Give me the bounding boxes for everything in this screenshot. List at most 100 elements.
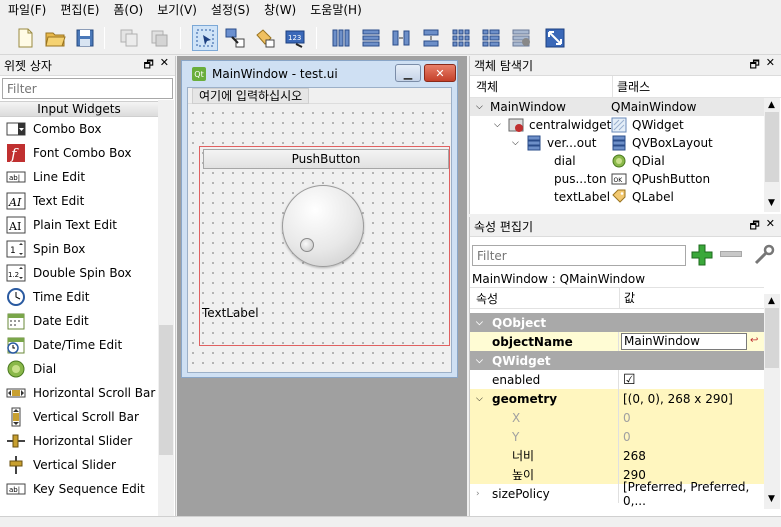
tree-row-vertical-layout[interactable]: ⌵ ver...out QVBoxLayout [470,134,764,152]
tree-row-pushbutton[interactable]: pus...ton OK QPushButton [470,170,764,188]
minimize-button[interactable]: ▁ [395,64,421,82]
widget-item-h-scroll-bar[interactable]: Horizontal Scroll Bar [0,381,158,405]
expand-arrow-icon[interactable]: ⌵ [512,138,526,148]
enabled-checkbox[interactable]: ☑ [623,372,636,388]
widget-item-spin-box[interactable]: 1 Spin Box [0,237,158,261]
open-file-button[interactable] [42,25,68,51]
close-button[interactable]: ✕ [424,64,456,82]
tree-row-dial[interactable]: dial QDial [470,152,764,170]
scroll-up-icon[interactable]: ▲ [768,100,775,110]
form-window[interactable]: Qt MainWindow - test.ui ▁ ✕ 여기에 입력하십시오 P… [181,60,458,378]
remove-property-button[interactable] [720,251,742,257]
save-file-button[interactable] [72,25,98,51]
expand-arrow-icon[interactable]: ⌵ [476,102,490,112]
column-value[interactable]: 값 [619,287,635,309]
form-menu-placeholder[interactable]: 여기에 입력하십시오 [192,88,310,104]
layout-splitter-h-button[interactable] [388,25,414,51]
widget-item-double-spin-box[interactable]: 1.2 Double Spin Box [0,261,158,285]
menu-form[interactable]: 폼(O) [107,0,151,21]
widget-filter-input[interactable] [2,78,173,99]
dial-widget[interactable] [282,185,364,267]
widget-item-text-edit[interactable]: AI Text Edit [0,189,158,213]
widget-item-key-sequence-edit[interactable]: ab| Key Sequence Edit [0,477,158,501]
widget-item-date-edit[interactable]: Date Edit [0,309,158,333]
tree-row-mainwindow[interactable]: ⌵ MainWindow QMainWindow [470,98,764,116]
widget-item-h-slider[interactable]: Horizontal Slider [0,429,158,453]
new-file-button[interactable] [12,25,38,51]
reset-property-icon[interactable]: ↩ [750,335,758,346]
scroll-up-icon[interactable]: ▲ [768,296,775,306]
widget-item-line-edit[interactable]: ab| Line Edit [0,165,158,189]
add-property-button[interactable] [690,243,714,267]
column-class[interactable]: 클래스 [612,75,650,98]
property-filter-input[interactable] [472,245,686,266]
close-icon[interactable]: ✕ [766,217,775,236]
edit-buddies-button[interactable] [252,25,278,51]
tree-row-textlabel[interactable]: textLabel QLabel [470,188,764,206]
tree-row-centralwidget[interactable]: ⌵ centralwidget QWidget [470,116,764,134]
float-icon[interactable]: 🗗 [749,56,759,75]
collapse-arrow-icon[interactable]: ⌵ [476,356,483,366]
scrollbar-thumb[interactable] [159,325,173,455]
expand-arrow-icon[interactable]: ⌵ [494,120,508,130]
menu-file[interactable]: 파일(F) [2,0,54,21]
property-row-y[interactable]: Y 0 [470,427,764,446]
menu-settings[interactable]: 설정(S) [205,0,258,21]
scrollbar-thumb[interactable] [765,308,779,368]
layout-splitter-v-button[interactable] [418,25,444,51]
menu-view[interactable]: 보기(V) [151,0,205,21]
objectname-value-input[interactable]: MainWindow [621,333,747,350]
float-icon[interactable]: 🗗 [749,217,759,236]
edit-widgets-button[interactable] [192,25,218,51]
property-row-enabled[interactable]: enabled ☑ [470,370,764,389]
scrollbar-thumb[interactable] [765,112,779,182]
copy-button[interactable] [116,25,142,51]
layout-form-button[interactable] [478,25,504,51]
menu-help[interactable]: 도움말(H) [304,0,370,21]
edit-tab-order-button[interactable]: 123 [282,25,308,51]
float-icon[interactable]: 🗗 [143,56,153,75]
edit-signals-button[interactable] [222,25,248,51]
expand-arrow-icon[interactable]: › [476,489,480,499]
widget-item-v-slider[interactable]: Vertical Slider [0,453,158,477]
widget-item-plain-text-edit[interactable]: AI Plain Text Edit [0,213,158,237]
widget-category-header[interactable]: Input Widgets [0,101,158,117]
widget-item-time-edit[interactable]: Time Edit [0,285,158,309]
menu-edit[interactable]: 편집(E) [54,0,107,21]
text-label[interactable]: TextLabel [202,306,259,320]
widget-item-combo-box[interactable]: Combo Box [0,117,158,141]
property-row-sizepolicy[interactable]: › sizePolicy [Preferred, Preferred, 0,..… [470,480,764,508]
property-row-width[interactable]: 너비 268 [470,446,764,465]
adjust-size-button[interactable] [542,25,568,51]
property-row-x[interactable]: X 0 [470,408,764,427]
layout-horizontal-button[interactable] [328,25,354,51]
column-object[interactable]: 객체 [476,78,498,95]
vertical-layout-frame[interactable]: PushButton TextLabel [199,146,450,346]
widget-item-font-combo-box[interactable]: f Font Combo Box [0,141,158,165]
widget-item-dial[interactable]: Dial [0,357,158,381]
close-icon[interactable]: ✕ [160,56,169,75]
menu-window[interactable]: 창(W) [258,0,304,21]
widget-box-scrollbar[interactable] [158,100,174,516]
widget-item-datetime-edit[interactable]: Date/Time Edit [0,333,158,357]
widget-item-v-scroll-bar[interactable]: Vertical Scroll Bar [0,405,158,429]
expand-arrow-icon[interactable]: ⌵ [476,394,483,404]
property-editor-scrollbar[interactable]: ▲ ▼ [764,294,780,509]
layout-grid-button[interactable] [448,25,474,51]
break-layout-button[interactable] [508,25,534,51]
form-canvas[interactable]: 여기에 입력하십시오 PushButton TextLabel [187,87,452,373]
close-icon[interactable]: ✕ [766,56,775,75]
scroll-down-icon[interactable]: ▼ [768,198,775,208]
property-row-objectname[interactable]: objectName MainWindow ↩ [470,332,764,351]
scroll-down-icon[interactable]: ▼ [768,494,775,504]
column-property[interactable]: 속성 [476,290,498,307]
collapse-arrow-icon[interactable]: ⌵ [476,318,483,328]
property-category-qwidget[interactable]: ⌵ QWidget [470,351,764,370]
property-category-qobject[interactable]: ⌵ QObject [470,313,764,332]
property-row-geometry[interactable]: ⌵ geometry [(0, 0), 268 x 290] [470,389,764,408]
object-inspector-scrollbar[interactable]: ▲ ▼ [764,98,780,212]
configure-button[interactable] [752,243,776,267]
push-button[interactable]: PushButton [203,149,449,169]
paste-button[interactable] [146,25,172,51]
layout-vertical-button[interactable] [358,25,384,51]
